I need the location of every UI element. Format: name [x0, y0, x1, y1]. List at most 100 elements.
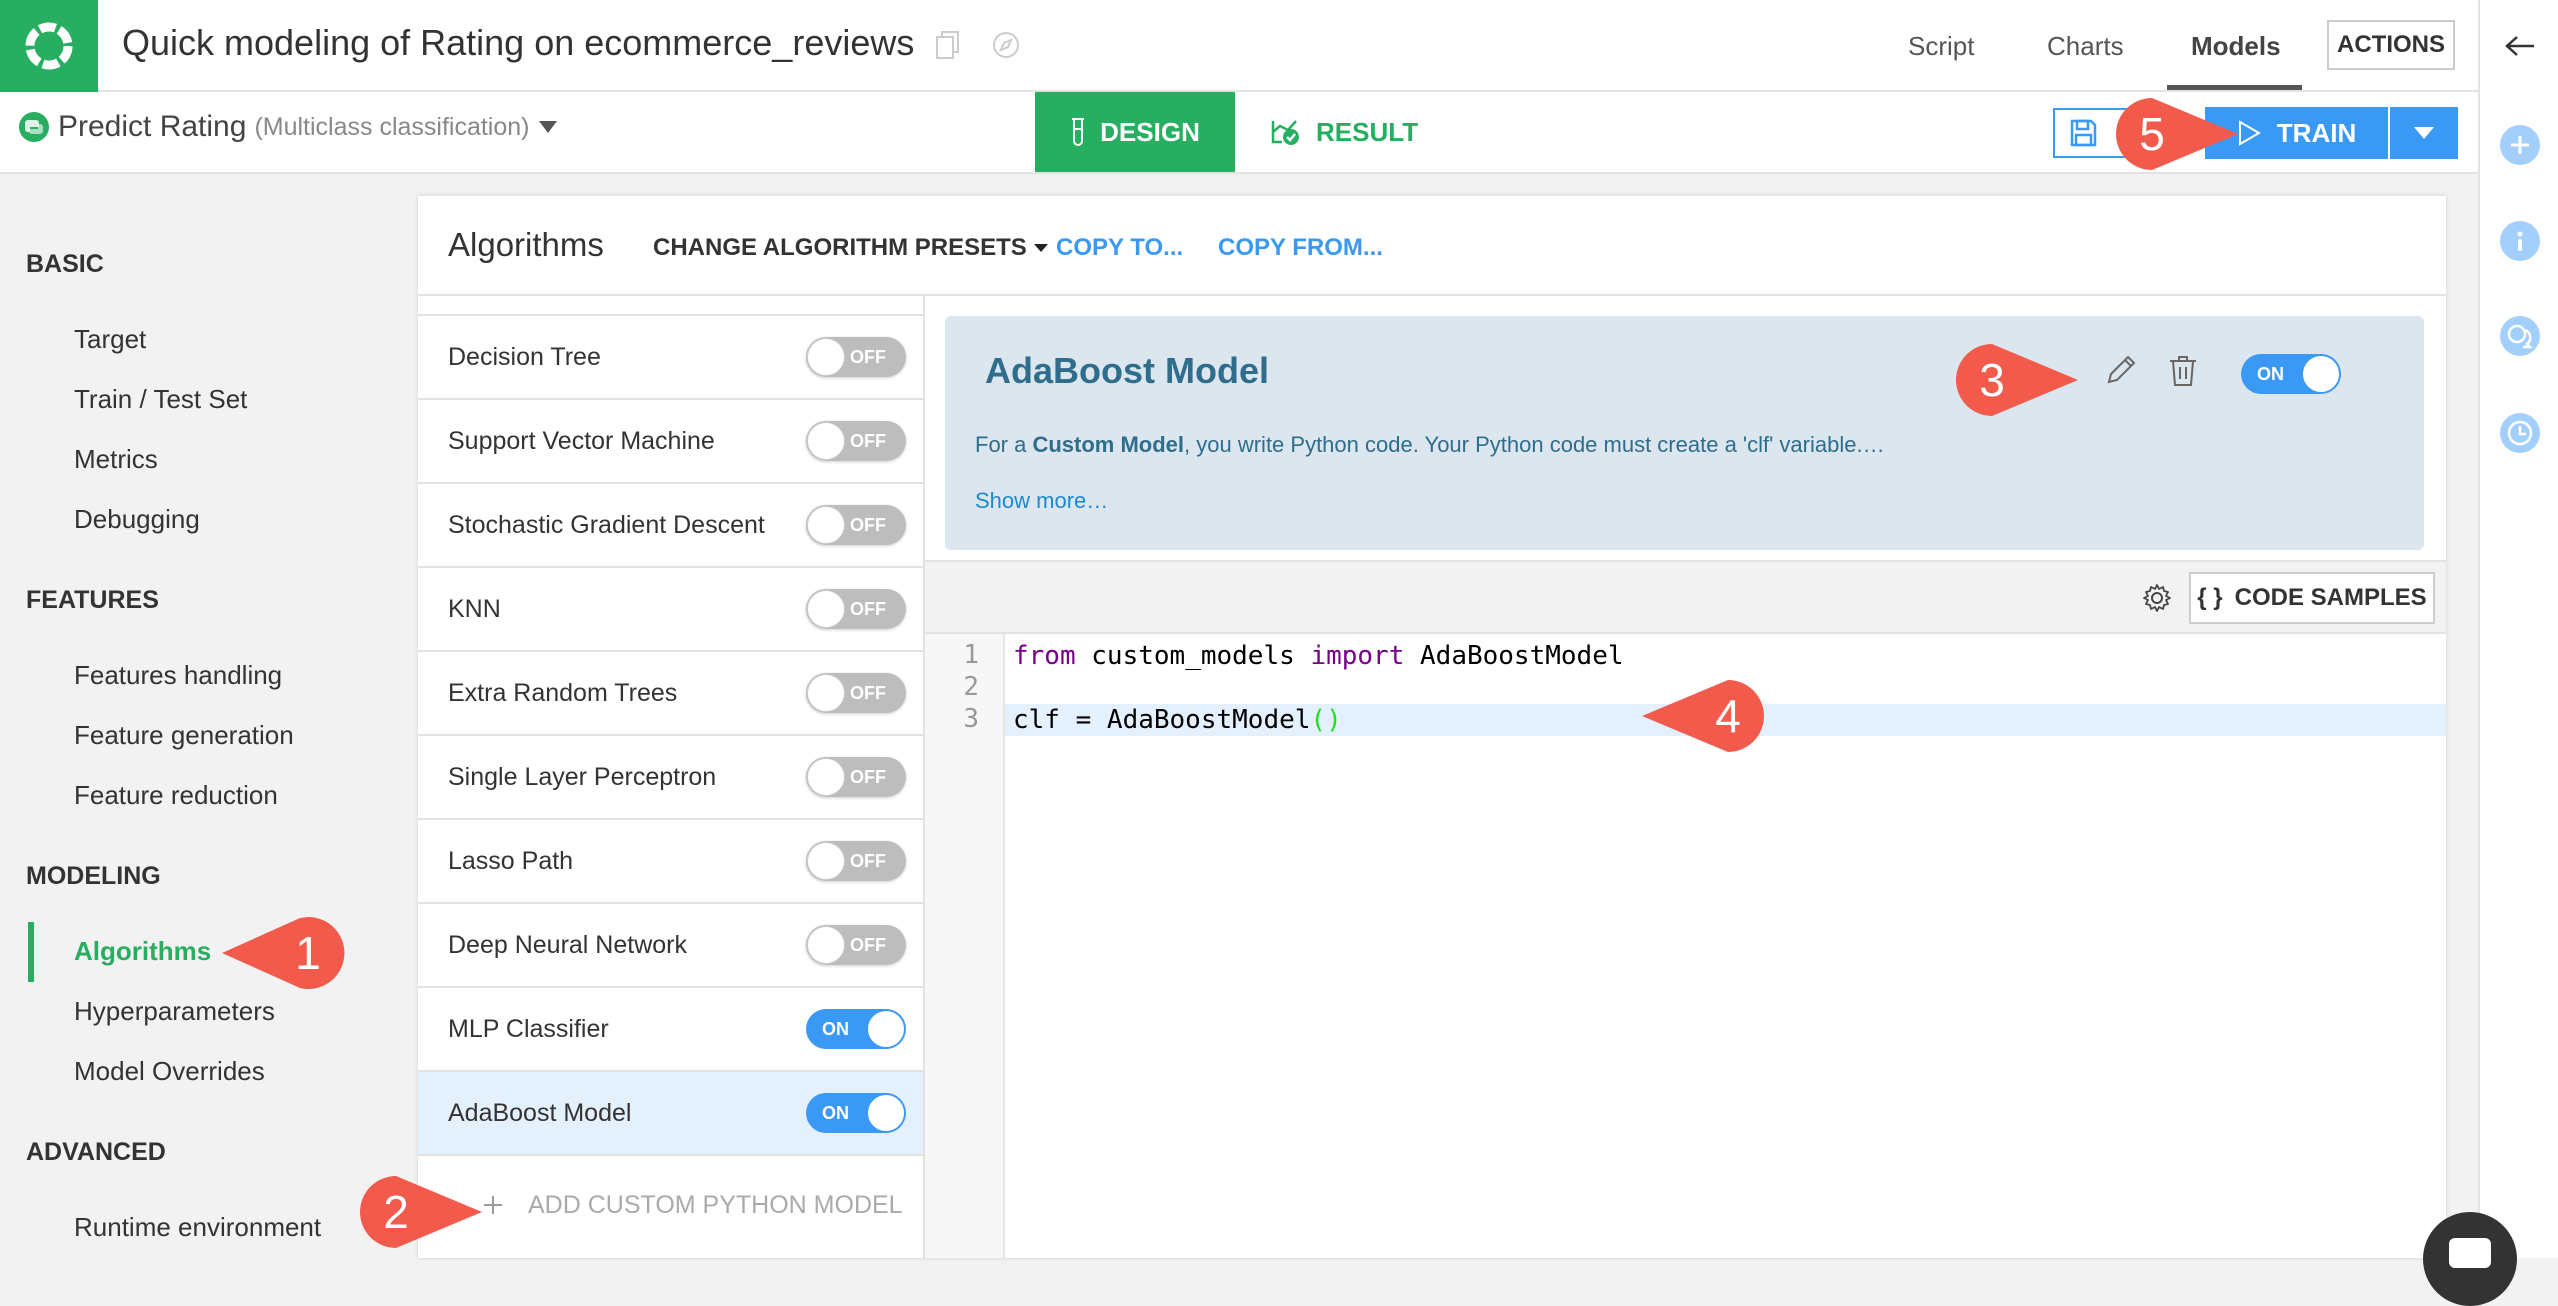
- nav-script[interactable]: Script: [1908, 0, 1974, 92]
- nav-section-features: FEATURES: [26, 586, 159, 614]
- nav-item-features-handling[interactable]: Features handling: [74, 660, 282, 691]
- nav-item-hyperparameters[interactable]: Hyperparameters: [74, 996, 275, 1027]
- algorithm-toggle[interactable]: OFF: [806, 925, 906, 965]
- algorithm-row[interactable]: Support Vector Machine OFF: [418, 400, 923, 484]
- app-logo[interactable]: [0, 0, 98, 92]
- chat-support-button[interactable]: [2423, 1212, 2517, 1306]
- algorithm-toggle[interactable]: OFF: [806, 421, 906, 461]
- line-number: 3: [963, 704, 979, 734]
- play-icon: [2238, 120, 2261, 146]
- toggle-knob: [807, 506, 845, 544]
- algorithm-row[interactable]: Stochastic Gradient Descent OFF: [418, 484, 923, 568]
- algorithm-row[interactable]: [418, 296, 923, 316]
- nav-item-train-test-set[interactable]: Train / Test Set: [74, 384, 247, 415]
- nav-section-basic: BASIC: [26, 250, 104, 278]
- nav-item-metrics[interactable]: Metrics: [74, 444, 158, 475]
- algorithm-toggle[interactable]: OFF: [806, 757, 906, 797]
- algorithm-name: Stochastic Gradient Descent: [448, 511, 765, 539]
- python-icon: [19, 112, 49, 142]
- algorithms-card: Algorithms CHANGE ALGORITHM PRESETS COPY…: [418, 196, 2446, 1258]
- algorithm-toggle[interactable]: OFF: [806, 589, 906, 629]
- floppy-disk-icon: [2070, 119, 2097, 147]
- algorithm-row[interactable]: Single Layer Perceptron OFF: [418, 736, 923, 820]
- trash-icon[interactable]: [2167, 354, 2199, 388]
- logo-icon: [25, 22, 73, 70]
- tab-result[interactable]: RESULT: [1270, 92, 1450, 172]
- tab-design-label: DESIGN: [1100, 116, 1200, 147]
- train-dropdown-button[interactable]: [2390, 107, 2458, 159]
- arrow-left-icon[interactable]: [2504, 34, 2536, 58]
- copy-to-button[interactable]: COPY TO...: [1056, 234, 1183, 262]
- code-line-1[interactable]: from custom_models import AdaBoostModel: [1005, 640, 2446, 672]
- toggle-knob: [807, 926, 845, 964]
- card-header: Algorithms CHANGE ALGORITHM PRESETS COPY…: [418, 196, 2446, 296]
- info-icon[interactable]: [2500, 221, 2540, 261]
- algorithm-toggle[interactable]: ON: [806, 1009, 906, 1049]
- toggle-state-label: OFF: [850, 683, 886, 703]
- card-title: Algorithms: [448, 226, 604, 263]
- braces-icon: { }: [2197, 584, 2223, 611]
- tab-design[interactable]: DESIGN: [1035, 92, 1235, 172]
- algorithm-row[interactable]: Lasso Path OFF: [418, 820, 923, 904]
- discussions-icon[interactable]: [2500, 316, 2540, 356]
- gear-icon[interactable]: [2141, 582, 2173, 614]
- chart-check-icon: [1271, 120, 1299, 145]
- show-more-link[interactable]: Show more…: [975, 488, 1108, 514]
- callout-3: 3: [1956, 344, 2078, 416]
- actions-button[interactable]: ACTIONS: [2327, 20, 2455, 70]
- toggle-knob: [807, 674, 845, 712]
- callout-2: 2: [360, 1176, 482, 1248]
- test-tube-icon: [1072, 118, 1085, 146]
- callout-4: 4: [1642, 680, 1764, 752]
- compass-icon[interactable]: [991, 30, 1021, 60]
- algorithm-toggle[interactable]: ON: [806, 1093, 906, 1133]
- line-number: 2: [963, 672, 979, 702]
- nav-item-model-overrides[interactable]: Model Overrides: [74, 1056, 265, 1087]
- caret-down-icon: [538, 121, 557, 133]
- toggle-state-label: OFF: [850, 851, 886, 871]
- copy-icon[interactable]: [935, 30, 961, 60]
- toggle-knob: [807, 338, 845, 376]
- history-clock-icon[interactable]: [2500, 413, 2540, 453]
- pencil-icon[interactable]: [2103, 354, 2137, 388]
- algorithm-row[interactable]: MLP Classifier ON: [418, 988, 923, 1072]
- add-icon[interactable]: [2500, 125, 2540, 165]
- toggle-knob: [807, 758, 845, 796]
- algorithm-toggle[interactable]: OFF: [806, 841, 906, 881]
- nav-item-debugging[interactable]: Debugging: [74, 504, 200, 535]
- toggle-knob: [867, 1094, 905, 1132]
- nav-charts[interactable]: Charts: [2047, 0, 2124, 92]
- algorithm-name: Single Layer Perceptron: [448, 763, 717, 791]
- plus-icon: [484, 1196, 502, 1214]
- algorithm-row[interactable]: Deep Neural Network OFF: [418, 904, 923, 988]
- page-title: Quick modeling of Rating on ecommerce_re…: [122, 22, 915, 63]
- active-indicator: [28, 922, 34, 982]
- analysis-selector[interactable]: Predict Rating (Multiclass classificatio…: [18, 110, 558, 144]
- tab-result-label: RESULT: [1316, 116, 1419, 147]
- nav-item-feature-reduction[interactable]: Feature reduction: [74, 780, 278, 811]
- nav-item-algorithms[interactable]: Algorithms: [74, 936, 211, 967]
- algorithm-name: Extra Random Trees: [448, 679, 678, 707]
- copy-from-button[interactable]: COPY FROM...: [1218, 234, 1383, 262]
- algorithm-name: MLP Classifier: [448, 1015, 609, 1043]
- code-samples-label: CODE SAMPLES: [2234, 584, 2427, 611]
- change-presets-dropdown[interactable]: CHANGE ALGORITHM PRESETS: [653, 234, 1049, 262]
- add-custom-label: ADD CUSTOM PYTHON MODEL: [528, 1190, 903, 1219]
- algorithm-row[interactable]: KNN OFF: [418, 568, 923, 652]
- nav-models[interactable]: Models: [2191, 0, 2281, 92]
- algorithm-row[interactable]: AdaBoost Model ON: [418, 1072, 923, 1156]
- add-custom-python-model-button[interactable]: ADD CUSTOM PYTHON MODEL: [418, 1174, 923, 1236]
- code-samples-button[interactable]: { } CODE SAMPLES: [2189, 572, 2435, 624]
- algorithm-toggle[interactable]: OFF: [806, 337, 906, 377]
- nav-item-feature-generation[interactable]: Feature generation: [74, 720, 294, 751]
- toggle-state-label: OFF: [850, 935, 886, 955]
- nav-item-target[interactable]: Target: [74, 324, 146, 355]
- algorithm-toggle[interactable]: OFF: [806, 505, 906, 545]
- nav-item-runtime-environment[interactable]: Runtime environment: [74, 1212, 321, 1243]
- presets-label: CHANGE ALGORITHM PRESETS: [653, 234, 1027, 261]
- algorithm-row[interactable]: Decision Tree OFF: [418, 316, 923, 400]
- algorithm-row[interactable]: Extra Random Trees OFF: [418, 652, 923, 736]
- algorithm-toggle[interactable]: OFF: [806, 673, 906, 713]
- model-enable-toggle[interactable]: ON: [2241, 354, 2341, 394]
- train-label: TRAIN: [2276, 117, 2357, 148]
